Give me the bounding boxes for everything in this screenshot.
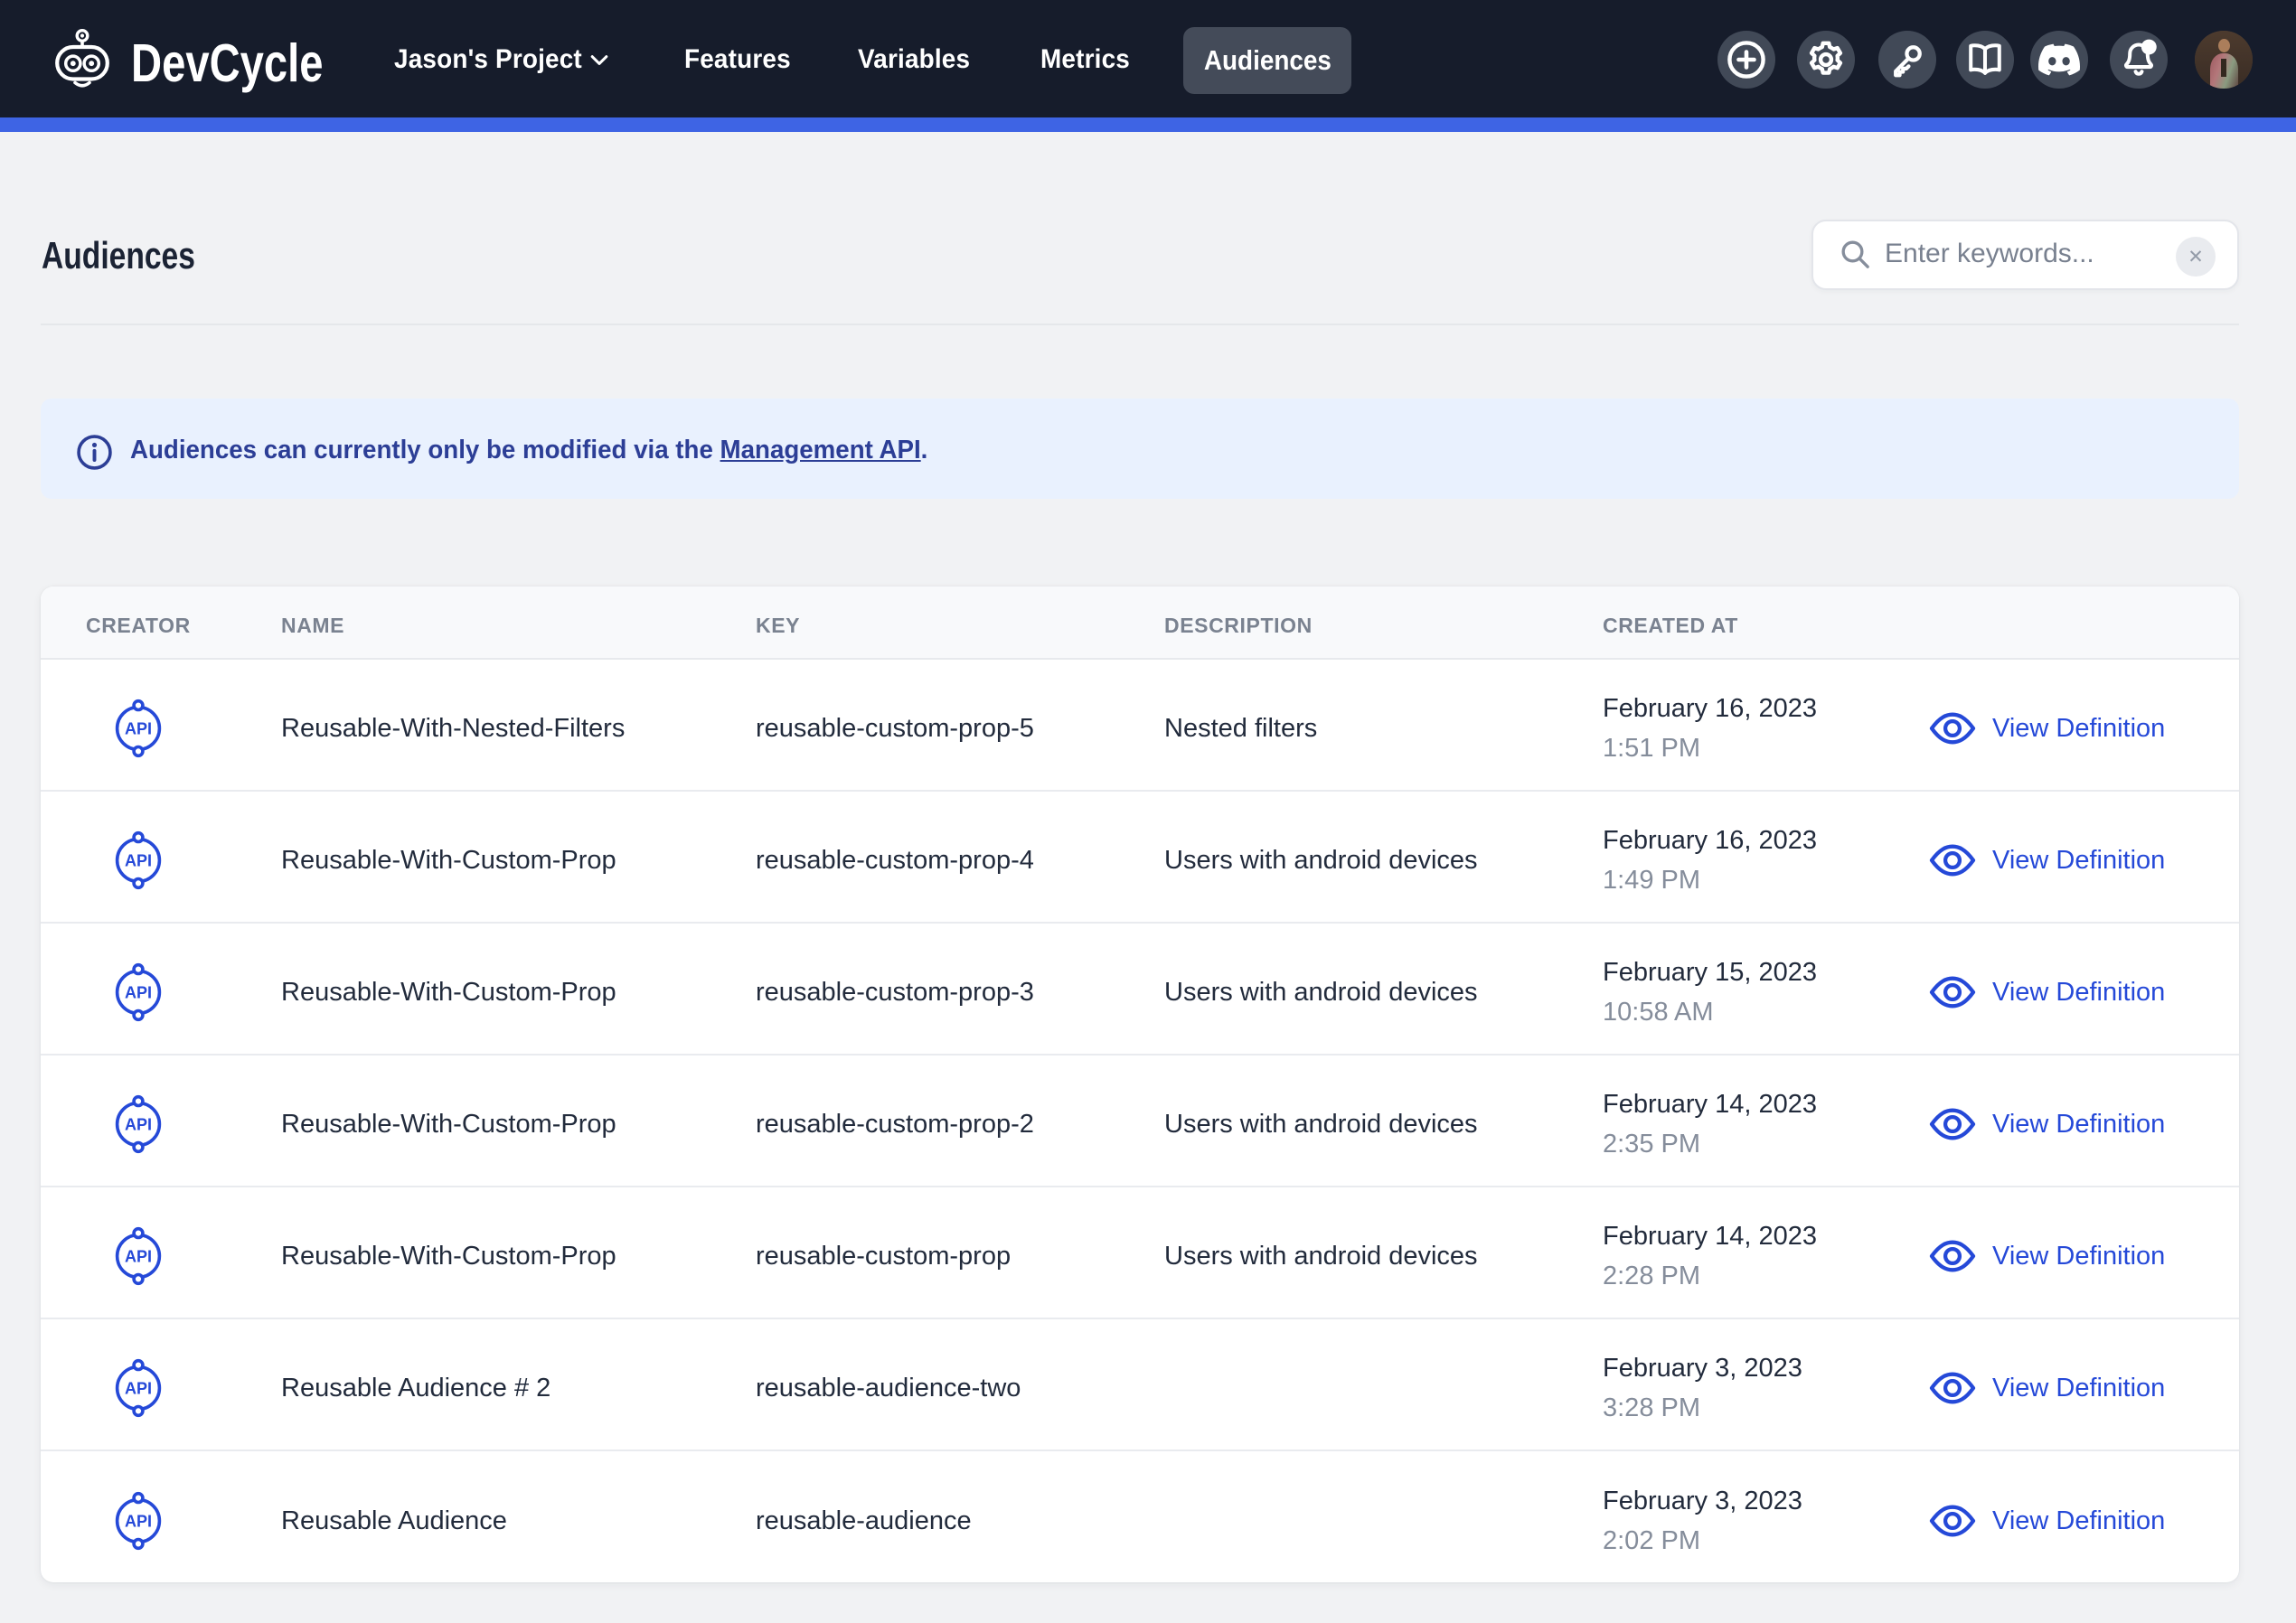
svg-text:API: API [125,984,152,1002]
svg-text:API: API [125,852,152,870]
svg-text:API: API [125,720,152,738]
svg-text:API: API [125,1380,152,1398]
svg-text:API: API [125,1513,152,1531]
svg-text:API: API [125,1248,152,1266]
svg-text:API: API [125,1116,152,1134]
